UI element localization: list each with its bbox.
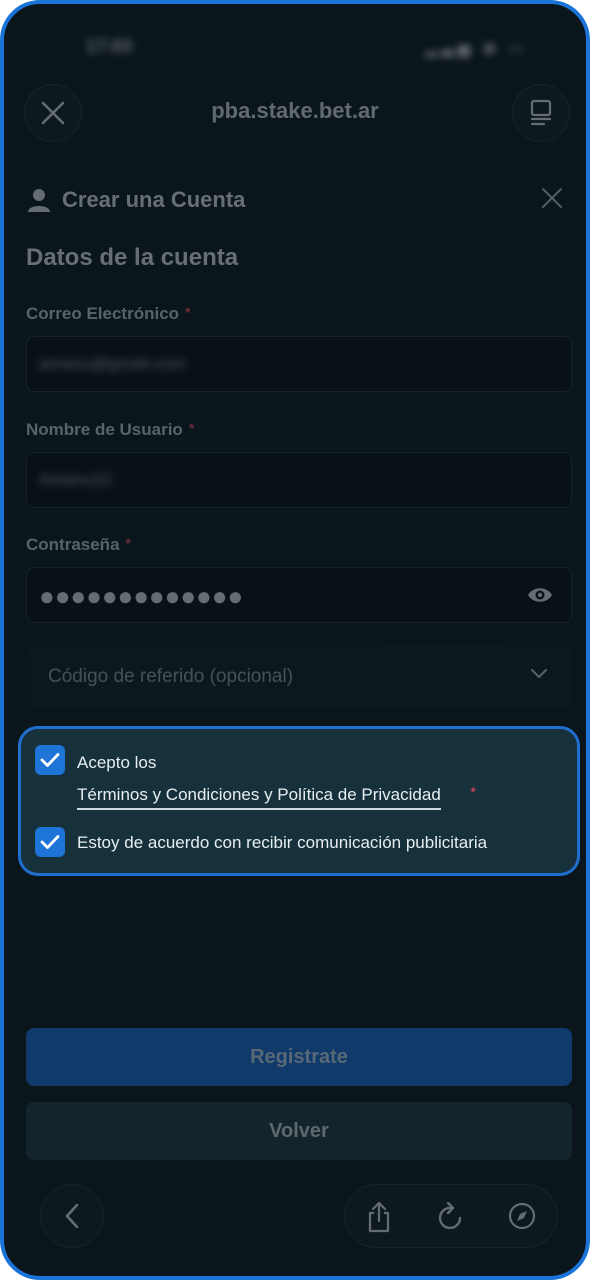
password-value: ●●●●●●●●●●●●● bbox=[39, 581, 244, 611]
phone-screen: 17:03 ▂▃▅ ◉ ▭ pba.stake.bet.ar Crear una… bbox=[0, 0, 590, 1280]
reload-icon[interactable] bbox=[436, 1201, 466, 1233]
username-value: Amanu22 bbox=[39, 470, 112, 489]
accept-terms-checkbox[interactable] bbox=[35, 745, 65, 775]
user-icon bbox=[28, 189, 50, 212]
chevron-down-icon bbox=[530, 668, 548, 679]
username-label: Nombre de Usuario * bbox=[26, 420, 194, 440]
status-bar: 17:03 ▂▃▅ ◉ ▭ bbox=[4, 28, 586, 64]
password-field[interactable]: ●●●●●●●●●●●●● bbox=[26, 567, 572, 623]
back-arrow-icon bbox=[65, 1203, 79, 1229]
status-icons: ▂▃▅ ◉ ▭ bbox=[425, 40, 528, 57]
referral-dropdown[interactable]: Código de referido (opcional) bbox=[26, 646, 572, 708]
password-label-text: Contraseña bbox=[26, 535, 120, 554]
checkmark-icon bbox=[40, 835, 60, 849]
browser-back-button[interactable] bbox=[40, 1184, 104, 1248]
terms-link[interactable]: Términos y Condiciones y Política de Pri… bbox=[77, 785, 441, 810]
referral-placeholder: Código de referido (opcional) bbox=[48, 666, 294, 687]
reader-mode-icon bbox=[530, 99, 552, 126]
checkmark-icon bbox=[40, 753, 60, 767]
browser-toolbar bbox=[4, 1156, 586, 1276]
email-field[interactable]: amanu@gmail.com bbox=[26, 336, 572, 392]
compass-icon[interactable] bbox=[507, 1201, 537, 1231]
marketing-label: Estoy de acuerdo con recibir comunicació… bbox=[77, 833, 488, 852]
back-button[interactable]: Volver bbox=[26, 1102, 572, 1160]
required-mark: * bbox=[125, 535, 131, 551]
password-label: Contraseña * bbox=[26, 535, 131, 555]
email-label: Correo Electrónico * bbox=[26, 304, 191, 324]
email-label-text: Correo Electrónico bbox=[26, 304, 180, 323]
username-field[interactable]: Amanu22 bbox=[26, 452, 572, 508]
modal-header: Crear una Cuenta bbox=[26, 182, 564, 218]
username-label-text: Nombre de Usuario bbox=[26, 420, 183, 439]
eye-icon[interactable] bbox=[527, 585, 553, 605]
section-title: Datos de la cuenta bbox=[26, 244, 239, 271]
email-value: amanu@gmail.com bbox=[39, 354, 186, 373]
close-icon[interactable] bbox=[540, 186, 564, 210]
required-mark: * bbox=[470, 785, 477, 802]
required-mark: * bbox=[185, 304, 191, 320]
accept-terms-label: Acepto los bbox=[77, 753, 157, 772]
required-mark: * bbox=[188, 420, 195, 436]
share-icon[interactable] bbox=[365, 1201, 393, 1233]
url-label[interactable]: pba.stake.bet.ar bbox=[4, 98, 586, 124]
reader-mode-button[interactable] bbox=[512, 84, 570, 142]
modal-title: Crear una Cuenta bbox=[62, 187, 246, 212]
status-time: 17:03 bbox=[86, 36, 133, 56]
consent-panel: Acepto los Términos y Condiciones y Polí… bbox=[18, 726, 580, 876]
marketing-checkbox[interactable] bbox=[35, 827, 65, 857]
register-button[interactable]: Registrate bbox=[26, 1028, 572, 1086]
browser-actions bbox=[344, 1184, 558, 1248]
